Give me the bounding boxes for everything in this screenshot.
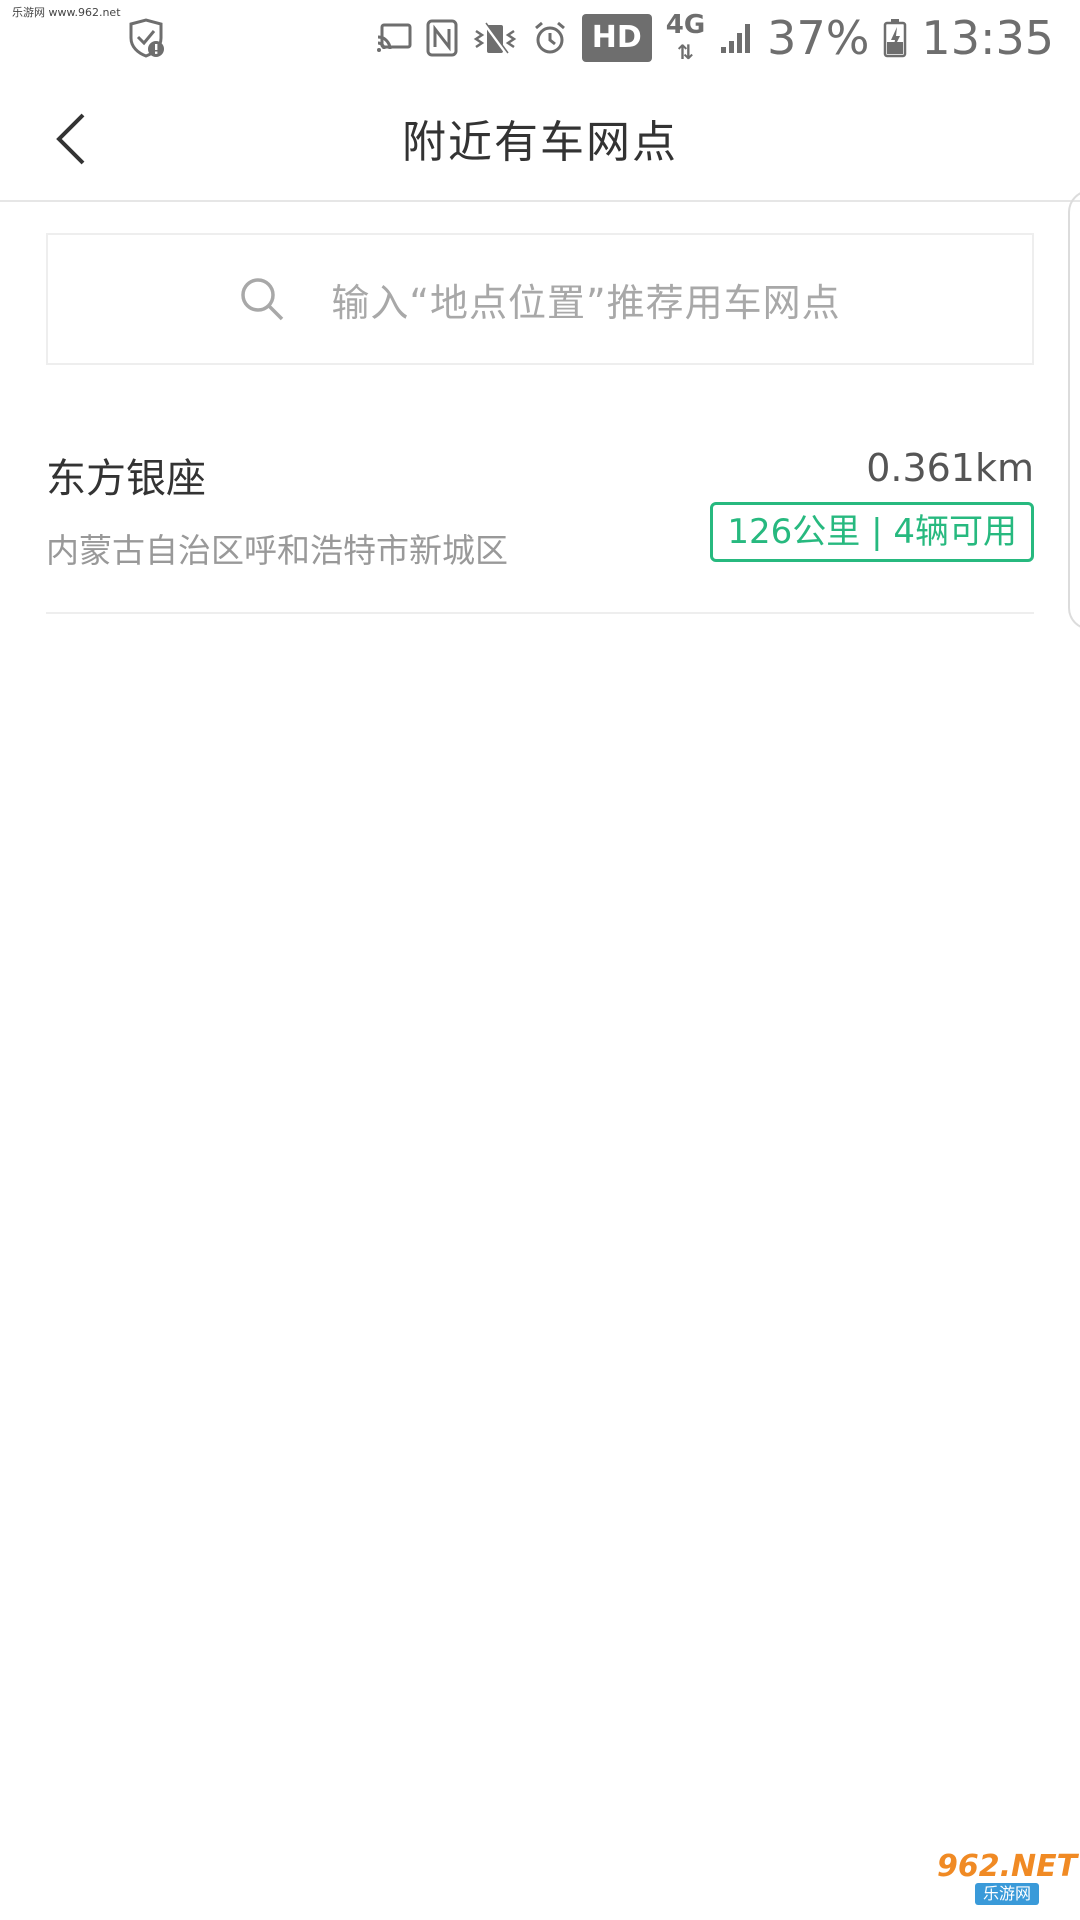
vibrate-icon <box>472 19 518 57</box>
shield-alert-icon <box>127 18 165 58</box>
watermark-logo-text: 962.NET <box>936 1849 1078 1884</box>
availability-tag: 126公里 | 4辆可用 <box>710 502 1034 562</box>
station-name: 东方银座 <box>46 456 206 502</box>
network-type-indicator: 4G ⇅ <box>666 12 705 65</box>
search-placeholder: 输入“地点位置”推荐用车网点 <box>331 280 841 325</box>
clock-time: 13:35 <box>921 11 1054 65</box>
battery-percent: 37% <box>767 11 870 65</box>
station-address: 内蒙古自治区呼和浩特市新城区 <box>46 531 508 570</box>
header: 附近有车网点 <box>0 76 1080 202</box>
status-bar-left: 乐游网 www.962.net <box>12 0 165 76</box>
alarm-icon <box>532 20 568 56</box>
status-bar-right: HD 4G ⇅ 37% 13:35 <box>376 12 1054 65</box>
hd-badge: HD <box>581 14 652 62</box>
watermark-text: 乐游网 www.962.net <box>12 6 121 19</box>
search-input[interactable]: 输入“地点位置”推荐用车网点 <box>46 233 1034 365</box>
battery-icon <box>883 18 907 58</box>
status-bar: 乐游网 www.962.net HD 4G ⇅ 37% 13:35 <box>0 0 1080 76</box>
search-icon <box>241 278 284 321</box>
watermark-logo: 962.NET 乐游网 <box>937 1846 1077 1910</box>
nfc-icon <box>426 19 458 57</box>
screen: 乐游网 www.962.net HD 4G ⇅ 37% 13:35 附近有车网点… <box>0 0 1080 1920</box>
cast-icon <box>376 23 412 53</box>
watermark-sub-text: 乐游网 <box>974 1883 1039 1905</box>
signal-icon <box>719 21 753 55</box>
edge-panel-handle[interactable] <box>1068 190 1080 630</box>
station-list-item[interactable]: 东方银座 内蒙古自治区呼和浩特市新城区 0.361km 126公里 | 4辆可用 <box>46 410 1034 614</box>
page-title: 附近有车网点 <box>402 117 678 168</box>
data-arrows-icon: ⇅ <box>677 39 694 64</box>
station-distance: 0.361km <box>866 446 1034 490</box>
network-type-label: 4G <box>665 9 706 40</box>
